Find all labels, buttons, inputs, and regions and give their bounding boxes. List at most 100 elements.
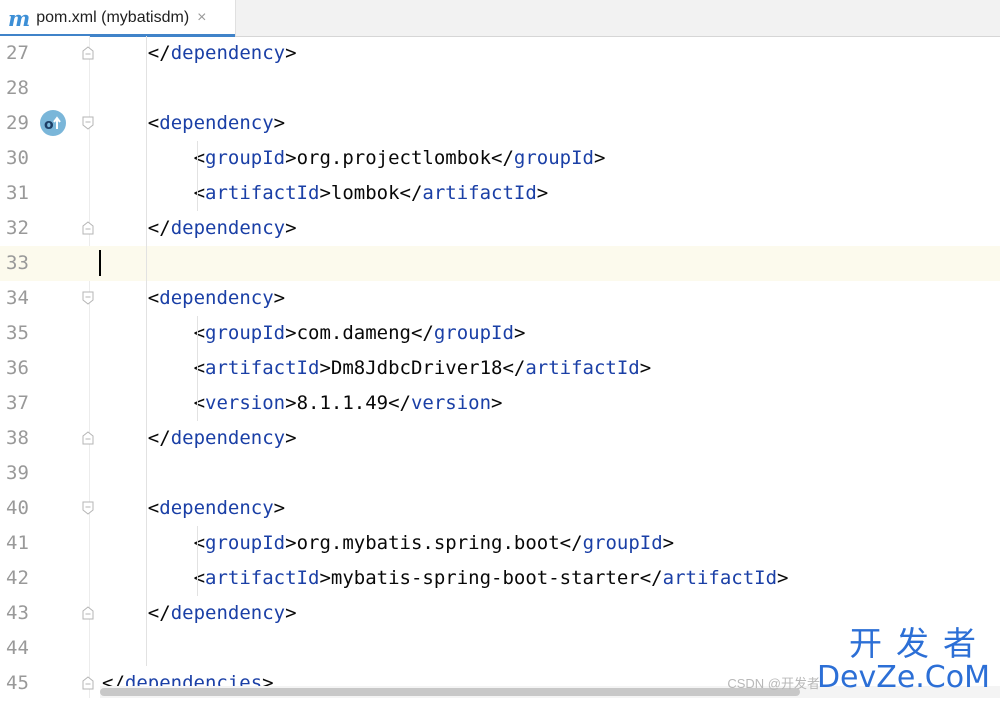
- code-line[interactable]: 44: [0, 631, 1000, 666]
- code-editor[interactable]: 27 </dependency> 28 29 <dependency> o 30 <group…: [0, 36, 1000, 698]
- xml-tag-name: groupId: [513, 147, 594, 169]
- xml-text: >: [285, 147, 297, 169]
- xml-text: <: [193, 567, 206, 589]
- xml-text: >: [319, 182, 331, 204]
- code-text: <groupId>org.projectlombok</groupId>: [194, 141, 606, 176]
- xml-text: org.projectlombok</: [296, 147, 514, 169]
- xml-tag-name: version: [410, 392, 492, 414]
- code-line[interactable]: 30 <groupId>org.projectlombok</groupId>: [0, 141, 1000, 176]
- fold-close-icon[interactable]: [82, 221, 94, 235]
- tab-pom-xml[interactable]: m pom.xml (mybatisdm) ×: [0, 0, 236, 37]
- indent-guide: [197, 316, 198, 421]
- csdn-watermark: CSDN @开发者: [727, 676, 820, 691]
- xml-tag-name: groupId: [582, 532, 663, 554]
- line-number: 29: [6, 112, 29, 134]
- code-line[interactable]: 31 <artifactId>lombok</artifactId>: [0, 176, 1000, 211]
- code-line[interactable]: 40 <dependency>: [0, 491, 1000, 526]
- xml-text: <: [193, 532, 206, 554]
- editor-tab-bar: m pom.xml (mybatisdm) ×: [0, 0, 1000, 37]
- xml-text: >: [285, 602, 297, 624]
- code-line[interactable]: 35 <groupId>com.dameng</groupId>: [0, 316, 1000, 351]
- code-text: <dependency>: [148, 281, 285, 316]
- code-line[interactable]: 37 <version>8.1.1.49</version>: [0, 386, 1000, 421]
- xml-tag-name: groupId: [205, 147, 286, 169]
- xml-text: >: [273, 112, 286, 134]
- xml-text: >: [273, 497, 286, 519]
- fold-open-icon[interactable]: [82, 291, 94, 305]
- xml-text: >: [594, 147, 606, 169]
- xml-tag-name: groupId: [205, 322, 286, 344]
- xml-tag-name: dependency: [159, 112, 274, 134]
- code-line[interactable]: 36 <artifactId>Dm8JdbcDriver18</artifactI…: [0, 351, 1000, 386]
- fold-close-icon[interactable]: [82, 606, 94, 620]
- line-number: 41: [6, 532, 29, 554]
- fold-open-icon[interactable]: [82, 501, 94, 515]
- xml-text: <: [193, 322, 206, 344]
- line-number: 27: [6, 42, 29, 64]
- xml-tag-name: artifactId: [205, 357, 320, 379]
- indent-guide: [146, 36, 147, 666]
- xml-text: <: [147, 497, 160, 519]
- xml-text: >: [777, 567, 789, 589]
- code-text: <dependency>: [148, 491, 285, 526]
- xml-text: >: [285, 217, 297, 239]
- code-text: <artifactId>lombok</artifactId>: [194, 176, 549, 211]
- line-number: 33: [6, 252, 29, 274]
- text-cursor: [99, 250, 101, 276]
- xml-text: >: [662, 532, 675, 554]
- xml-text: >: [285, 322, 297, 344]
- line-number: 44: [6, 637, 29, 659]
- svg-text:o: o: [44, 117, 54, 132]
- xml-text: org.mybatis.spring.boot</: [296, 532, 583, 554]
- line-number: 45: [6, 672, 29, 694]
- code-line[interactable]: 42 <artifactId>mybatis-spring-boot-starte…: [0, 561, 1000, 596]
- xml-text: <: [193, 182, 206, 204]
- xml-text: <: [193, 147, 206, 169]
- xml-tag-name: dependency: [159, 287, 274, 309]
- xml-text: >: [285, 392, 297, 414]
- xml-tag-name: artifactId: [525, 357, 640, 379]
- code-text: <artifactId>Dm8JdbcDriver18</artifactId>: [194, 351, 652, 386]
- xml-tag-name: artifactId: [422, 182, 537, 204]
- code-line[interactable]: 29 <dependency> o: [0, 106, 1000, 141]
- line-number: 43: [6, 602, 29, 624]
- code-line[interactable]: 27 </dependency>: [0, 36, 1000, 71]
- tab-title: pom.xml (mybatisdm): [36, 9, 190, 26]
- code-line[interactable]: 28: [0, 71, 1000, 106]
- xml-text: >: [536, 182, 549, 204]
- override-up-icon[interactable]: o: [40, 110, 66, 136]
- code-line[interactable]: 41 <groupId>org.mybatis.spring.boot</grou…: [0, 526, 1000, 561]
- code-line[interactable]: 38 </dependency>: [0, 421, 1000, 456]
- code-line[interactable]: 39: [0, 456, 1000, 491]
- xml-text: >: [319, 357, 331, 379]
- code-text: </dependency>: [148, 596, 297, 631]
- code-text: <dependency>: [148, 106, 285, 141]
- maven-file-icon: m: [8, 5, 31, 31]
- xml-text: </: [147, 602, 171, 624]
- xml-text: Dm8JdbcDriver18</: [330, 357, 526, 379]
- horizontal-scrollbar[interactable]: [100, 686, 1000, 698]
- line-number: 30: [6, 147, 29, 169]
- xml-text: >: [513, 322, 526, 344]
- fold-close-icon[interactable]: [82, 46, 94, 60]
- xml-text: 8.1.1.49</: [296, 392, 411, 414]
- fold-open-icon[interactable]: [82, 116, 94, 130]
- xml-text: com.dameng</: [296, 322, 434, 344]
- line-number: 42: [6, 567, 29, 589]
- xml-text: </: [147, 217, 171, 239]
- code-text: <version>8.1.1.49</version>: [194, 386, 503, 421]
- code-line[interactable]: 34 <dependency>: [0, 281, 1000, 316]
- xml-text: <: [147, 112, 160, 134]
- code-line[interactable]: 32 </dependency>: [0, 211, 1000, 246]
- fold-close-icon[interactable]: [82, 431, 94, 445]
- code-line[interactable]: 43 </dependency>: [0, 596, 1000, 631]
- xml-text: </: [147, 427, 171, 449]
- code-line[interactable]: 33: [0, 246, 1000, 281]
- xml-tag-name: artifactId: [205, 182, 320, 204]
- scrollbar-thumb[interactable]: [100, 688, 800, 696]
- fold-close-icon[interactable]: [82, 676, 94, 690]
- line-number: 28: [6, 77, 29, 99]
- code-text: </dependency>: [148, 421, 297, 456]
- close-icon[interactable]: ×: [197, 9, 206, 27]
- xml-tag-name: dependency: [170, 217, 286, 239]
